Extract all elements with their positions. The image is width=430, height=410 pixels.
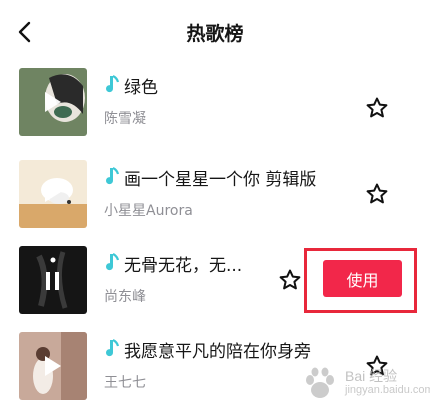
favorite-star-icon[interactable]	[365, 96, 389, 120]
song-row[interactable]: 绿色 陈雪凝	[0, 68, 430, 152]
page-title: 热歌榜	[186, 23, 244, 45]
top-bar: 热歌榜	[0, 0, 430, 64]
album-cover[interactable]	[19, 160, 87, 228]
paw-logo-icon	[306, 367, 334, 398]
album-art-icon	[19, 160, 87, 228]
album-art-icon	[19, 246, 87, 314]
artist-name: 王七七	[104, 375, 146, 391]
music-note-icon	[106, 75, 120, 93]
artist-name: 小星星Aurora	[104, 203, 193, 219]
song-row[interactable]: 画一个星星一个你 剪辑版 小星星Aurora	[0, 160, 430, 244]
song-name: 画一个星星一个你 剪辑版	[124, 169, 317, 190]
song-name: 绿色	[124, 77, 158, 98]
watermark: Bai 经验 jingyan.baidu.com	[300, 364, 430, 404]
song-title-line: 绿色	[104, 72, 158, 98]
watermark-url: jingyan.baidu.com	[345, 384, 430, 396]
album-cover[interactable]	[19, 68, 87, 136]
use-button[interactable]: 使用	[323, 260, 402, 297]
album-art-icon	[19, 68, 87, 136]
artist-name: 尚东峰	[104, 289, 146, 305]
song-title-line: 画一个星星一个你 剪辑版	[104, 164, 316, 190]
song-title-line: 无骨无花，无...	[104, 250, 242, 276]
song-name: 无骨无花，无...	[124, 255, 243, 276]
music-note-icon	[106, 167, 120, 185]
song-name: 我愿意平凡的陪在你身旁	[124, 341, 311, 362]
song-title-line: 我愿意平凡的陪在你身旁	[104, 336, 311, 362]
watermark-text: Bai 经验	[345, 368, 398, 384]
album-cover[interactable]	[19, 246, 87, 314]
favorite-star-icon[interactable]	[278, 268, 302, 292]
album-art-icon	[19, 332, 87, 400]
favorite-star-icon[interactable]	[365, 182, 389, 206]
music-note-icon	[106, 253, 120, 271]
album-cover[interactable]	[19, 332, 87, 400]
music-note-icon	[106, 339, 120, 357]
artist-name: 陈雪凝	[104, 111, 146, 127]
